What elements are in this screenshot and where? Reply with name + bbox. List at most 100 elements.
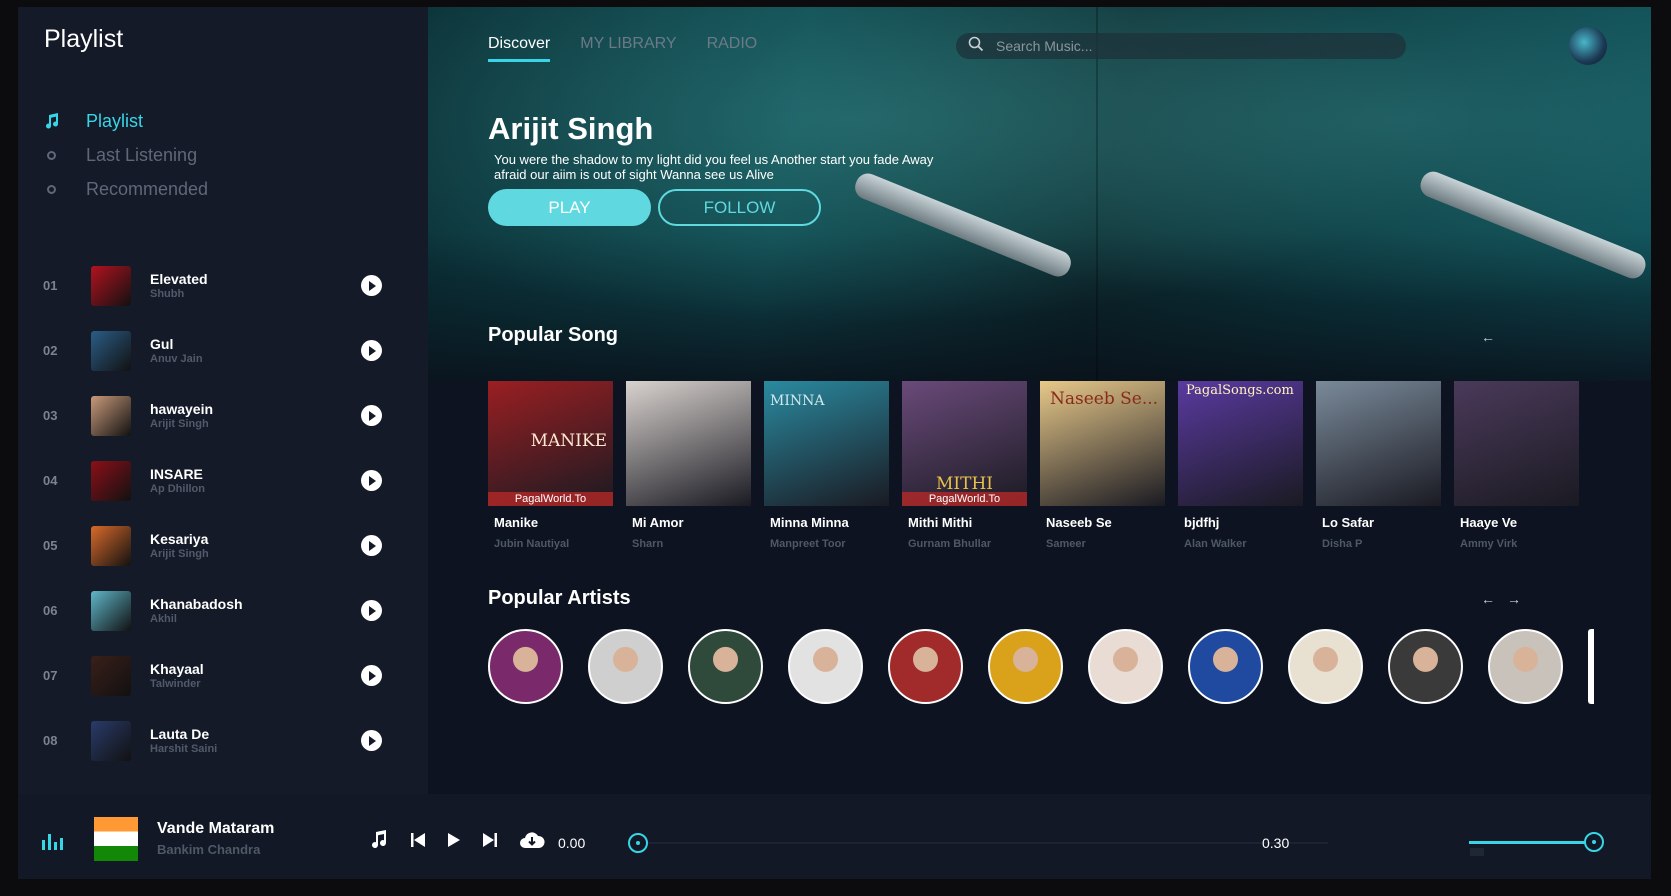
search-input[interactable] xyxy=(996,38,1376,54)
track-play-button[interactable] xyxy=(361,405,382,426)
track-play-button[interactable] xyxy=(361,600,382,621)
featured-artist-description: You were the shadow to my light did you … xyxy=(494,152,934,182)
track-artist: Arijit Singh xyxy=(150,418,209,430)
track-play-button[interactable] xyxy=(361,665,382,686)
song-artist: Gurnam Bhullar xyxy=(908,538,992,550)
nav-item-playlist[interactable]: Playlist xyxy=(42,104,402,138)
track-title: Lauta De xyxy=(150,726,210,742)
arrow-right-icon[interactable]: → xyxy=(1507,591,1521,607)
track-artist: Shubh xyxy=(150,288,185,300)
nav-item-label: Last Listening xyxy=(86,144,198,165)
track-play-button[interactable] xyxy=(361,275,382,296)
top-tabs: Discover MY LIBRARY RADIO xyxy=(488,35,757,62)
track-number: 03 xyxy=(43,408,58,423)
artist-avatar[interactable] xyxy=(1388,629,1463,704)
playlist-music-icon[interactable] xyxy=(369,830,389,850)
track-play-button[interactable] xyxy=(361,730,382,751)
track-row[interactable]: 07 Khayaal Talwinder xyxy=(18,643,428,708)
song-card[interactable]: PagalSongs.com bjdfhj Alan Walker xyxy=(1178,381,1303,550)
tab-my-library[interactable]: MY LIBRARY xyxy=(580,35,676,62)
now-playing-cover xyxy=(94,817,138,861)
song-title: Manike xyxy=(494,515,539,530)
equalizer-icon[interactable] xyxy=(42,834,63,850)
artist-avatar[interactable] xyxy=(1188,629,1263,704)
track-number: 04 xyxy=(43,473,58,488)
artist-avatar[interactable] xyxy=(888,629,963,704)
play-icon xyxy=(369,540,376,551)
artist-avatar[interactable] xyxy=(1488,629,1563,704)
next-icon[interactable] xyxy=(483,832,497,848)
track-row[interactable]: 04 INSARE Ap Dhillon xyxy=(18,448,428,513)
track-number: 07 xyxy=(43,668,58,683)
song-card[interactable]: Lo Safar Disha P xyxy=(1316,381,1441,550)
artist-avatar[interactable] xyxy=(688,629,763,704)
follow-button[interactable]: FOLLOW xyxy=(658,189,821,226)
track-row[interactable]: 01 Elevated Shubh xyxy=(18,253,428,318)
nav-item-last-listening[interactable]: Last Listening xyxy=(42,138,402,172)
song-cover xyxy=(1454,381,1579,506)
duration-time: 0.30 xyxy=(1262,835,1290,851)
track-cover xyxy=(91,655,131,696)
track-title: hawayein xyxy=(150,401,214,417)
progress-bar[interactable] xyxy=(638,842,1328,844)
play-icon[interactable] xyxy=(447,832,461,848)
volume-knob[interactable] xyxy=(1584,832,1604,852)
popular-artists-title: Popular Artists xyxy=(488,587,631,609)
track-play-button[interactable] xyxy=(361,340,382,361)
song-title: Naseeb Se xyxy=(1046,515,1112,530)
track-title: Khanabadosh xyxy=(150,596,243,612)
track-title: Khayaal xyxy=(150,661,204,677)
artist-avatar[interactable] xyxy=(1588,629,1594,704)
song-card[interactable]: MITHI PagalWorld.To Mithi Mithi Gurnam Bh… xyxy=(902,381,1027,550)
artist-avatar[interactable] xyxy=(788,629,863,704)
artist-avatar[interactable] xyxy=(1288,629,1363,704)
user-avatar[interactable] xyxy=(1569,27,1607,65)
track-number: 08 xyxy=(43,733,58,748)
song-artist: Ammy Virk xyxy=(1460,538,1518,550)
track-artist: Ap Dhillon xyxy=(150,483,205,495)
song-card[interactable]: MANIKE PagalWorld.To Manike Jubin Nautiya… xyxy=(488,381,613,550)
track-cover xyxy=(91,395,131,436)
play-icon xyxy=(369,410,376,421)
nav-item-recommended[interactable]: Recommended xyxy=(42,172,402,206)
arrow-left-icon[interactable]: ← xyxy=(1481,591,1495,607)
track-row[interactable]: 02 Gul Anuv Jain xyxy=(18,318,428,383)
play-icon xyxy=(369,605,376,616)
song-card[interactable]: Mi Amor Sharn xyxy=(626,381,751,550)
play-button[interactable]: PLAY xyxy=(488,189,651,226)
song-card[interactable]: Naseeb Se... Naseeb Se Sameer xyxy=(1040,381,1165,550)
song-title: Haaye Ve xyxy=(1460,515,1518,530)
artist-avatar[interactable] xyxy=(488,629,563,704)
song-cover: Naseeb Se... xyxy=(1040,381,1165,506)
popular-artists-list xyxy=(488,629,1594,704)
artist-avatar[interactable] xyxy=(988,629,1063,704)
volume-bar[interactable] xyxy=(1469,841,1594,844)
volume-icon[interactable] xyxy=(1470,848,1484,856)
artist-avatar[interactable] xyxy=(588,629,663,704)
track-title: INSARE xyxy=(150,466,203,482)
popular-song-list: MANIKE PagalWorld.To Manike Jubin Nautiya… xyxy=(488,381,1579,550)
progress-knob[interactable] xyxy=(628,833,648,853)
song-cover: MANIKE PagalWorld.To xyxy=(488,381,613,506)
player-bar: Vande Mataram Bankim Chandra 0.00 0.30 xyxy=(18,794,1651,879)
tab-radio[interactable]: RADIO xyxy=(707,35,758,62)
tab-discover[interactable]: Discover xyxy=(488,35,551,62)
track-play-button[interactable] xyxy=(361,470,382,491)
track-row[interactable]: 05 Kesariya Arijit Singh xyxy=(18,513,428,578)
song-artist: Jubin Nautiyal xyxy=(494,538,570,550)
previous-icon[interactable] xyxy=(411,832,425,848)
song-card[interactable]: MINNA Minna Minna Manpreet Toor xyxy=(764,381,889,550)
artist-avatar[interactable] xyxy=(1088,629,1163,704)
arrow-left-icon[interactable]: ← xyxy=(1481,329,1495,345)
popular-artists-arrows: ← → xyxy=(1481,591,1521,607)
sidebar-nav: Playlist Last Listening Recommended xyxy=(42,104,402,206)
song-cover xyxy=(1316,381,1441,506)
track-row[interactable]: 06 Khanabadosh Akhil xyxy=(18,578,428,643)
play-icon xyxy=(369,280,376,291)
song-cover: MINNA xyxy=(764,381,889,506)
track-row[interactable]: 03 hawayein Arijit Singh xyxy=(18,383,428,448)
track-row[interactable]: 08 Lauta De Harshit Saini xyxy=(18,708,428,773)
song-card[interactable]: Haaye Ve Ammy Virk xyxy=(1454,381,1579,550)
download-icon[interactable] xyxy=(519,831,545,849)
track-play-button[interactable] xyxy=(361,535,382,556)
